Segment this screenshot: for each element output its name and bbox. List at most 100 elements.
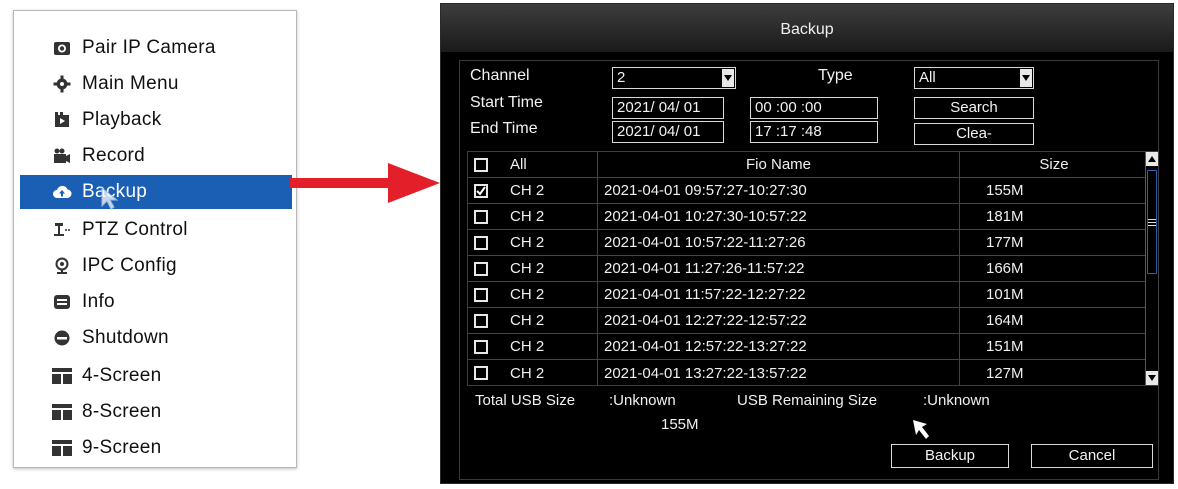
shutdown-icon xyxy=(52,328,72,348)
row-file-name: 2021-04-01 10:27:30-10:57:22 xyxy=(598,204,960,229)
menu-item-playback[interactable]: Playback xyxy=(20,103,292,137)
row-file-name: 2021-04-01 10:57:22-11:27:26 xyxy=(598,230,960,255)
end-time-label: End Time xyxy=(470,120,538,137)
col-size-header: Size xyxy=(1039,156,1069,173)
backup-button[interactable]: Backup xyxy=(891,444,1009,468)
usb-remaining-size-label: USB Remaining Size xyxy=(737,392,878,409)
cancel-button[interactable]: Cancel xyxy=(1031,444,1153,468)
menu-item-main-menu[interactable]: Main Menu xyxy=(20,67,292,101)
channel-value: 2 xyxy=(617,69,626,86)
table-scrollbar[interactable] xyxy=(1145,152,1158,385)
menu-item-label: Pair IP Camera xyxy=(82,37,216,58)
row-channel: CH 2 xyxy=(510,260,545,277)
menu-item-ptz-control[interactable]: PTZ Control xyxy=(20,213,292,247)
row-channel: CH 2 xyxy=(510,208,545,225)
row-size: 101M xyxy=(986,286,1024,303)
row-channel: CH 2 xyxy=(510,312,545,329)
row-checkbox[interactable] xyxy=(474,366,488,380)
menu-item-label: Shutdown xyxy=(82,327,169,348)
row-checkbox[interactable] xyxy=(474,287,488,302)
arrow-right-icon xyxy=(290,163,440,203)
backup-dialog: Backup Channel 2 Type All Start Time 202… xyxy=(440,3,1174,484)
total-usb-size-value: :Unknown xyxy=(609,392,676,409)
row-checkbox[interactable] xyxy=(474,261,488,276)
clear-button[interactable]: Clea- xyxy=(914,123,1034,145)
table-row[interactable]: CH 2 2021-04-01 13:27:22-13:57:22 127M xyxy=(468,360,1148,386)
info-icon xyxy=(52,292,72,312)
menu-item-label: 9-Screen xyxy=(82,437,162,458)
scroll-thumb[interactable] xyxy=(1147,170,1157,274)
menu-item-backup[interactable]: Backup xyxy=(20,175,292,209)
selected-size: 155M xyxy=(661,416,699,433)
menu-item-label: Info xyxy=(82,291,115,312)
menu-item-info[interactable]: Info xyxy=(20,285,292,319)
type-select[interactable]: All xyxy=(914,67,1034,89)
type-label: Type xyxy=(818,67,853,84)
col-file-name-header: Fio Name xyxy=(598,152,960,177)
end-date-field[interactable]: 2021/ 04/ 01 xyxy=(612,121,724,143)
table-row[interactable]: CH 2 2021-04-01 11:57:22-12:27:22 101M xyxy=(468,282,1148,308)
ipc-icon xyxy=(52,256,72,276)
row-checkbox[interactable] xyxy=(474,209,488,224)
start-date-field[interactable]: 2021/ 04/ 01 xyxy=(612,97,724,119)
row-checkbox[interactable] xyxy=(474,313,488,328)
row-checkbox[interactable] xyxy=(474,235,488,250)
menu-item-shutdown[interactable]: Shutdown xyxy=(20,321,292,355)
menu-item-label: IPC Config xyxy=(82,255,177,276)
dialog-title: Backup xyxy=(441,4,1173,52)
menu-item-record[interactable]: Record xyxy=(20,139,292,173)
row-file-name: 2021-04-01 13:27:22-13:57:22 xyxy=(598,360,960,386)
row-channel: CH 2 xyxy=(510,182,545,199)
cloud-upload-icon xyxy=(52,182,72,202)
type-value: All xyxy=(919,69,936,86)
channel-select[interactable]: 2 xyxy=(612,67,736,89)
menu-item-4-screen[interactable]: 4-Screen xyxy=(20,359,292,393)
end-time-field[interactable]: 17 :17 :48 xyxy=(750,121,878,143)
ptz-icon xyxy=(52,220,72,240)
row-size: 177M xyxy=(986,234,1024,251)
table-header: All Fio Name Size xyxy=(468,152,1148,178)
row-size: 151M xyxy=(986,338,1024,355)
menu-item-pair-ip-camera[interactable]: Pair IP Camera xyxy=(20,31,292,65)
mouse-cursor-icon xyxy=(101,186,119,210)
usb-remaining-size-value: :Unknown xyxy=(923,392,990,409)
row-file-name: 2021-04-01 09:57:27-10:27:30 xyxy=(598,178,960,203)
search-button[interactable]: Search xyxy=(914,97,1034,119)
row-file-name: 2021-04-01 11:57:22-12:27:22 xyxy=(598,282,960,307)
scroll-up-icon[interactable] xyxy=(1146,152,1158,166)
table-row[interactable]: CH 2 2021-04-01 12:27:22-12:57:22 164M xyxy=(468,308,1148,334)
table-row[interactable]: CH 2 2021-04-01 11:27:26-11:57:22 166M xyxy=(468,256,1148,282)
grid-icon xyxy=(52,366,72,386)
pointer-arrow-icon xyxy=(913,420,929,439)
row-size: 166M xyxy=(986,260,1024,277)
row-size: 164M xyxy=(986,312,1024,329)
select-all-checkbox[interactable] xyxy=(474,157,488,172)
start-time-field[interactable]: 00 :00 :00 xyxy=(750,97,878,119)
menu-item-8-screen[interactable]: 8-Screen xyxy=(20,395,292,429)
row-checkbox[interactable] xyxy=(474,339,488,354)
col-all-label: All xyxy=(510,156,527,173)
row-channel: CH 2 xyxy=(510,338,545,355)
menu-item-9-screen[interactable]: 9-Screen xyxy=(20,431,292,465)
menu-item-label: Record xyxy=(82,145,146,166)
grid-icon xyxy=(52,402,72,422)
context-menu: Pair IP Camera Main Menu Playback Record… xyxy=(13,10,297,468)
grid-icon xyxy=(52,438,72,458)
menu-item-label: Playback xyxy=(82,109,162,130)
channel-label: Channel xyxy=(470,67,530,84)
menu-item-ipc-config[interactable]: IPC Config xyxy=(20,249,292,283)
table-row[interactable]: CH 2 2021-04-01 10:27:30-10:57:22 181M xyxy=(468,204,1148,230)
row-size: 127M xyxy=(986,364,1024,382)
table-row[interactable]: CH 2 2021-04-01 09:57:27-10:27:30 155M xyxy=(468,178,1148,204)
select-all-cell[interactable]: All xyxy=(468,152,598,177)
record-icon xyxy=(52,146,72,166)
gear-icon xyxy=(52,74,72,94)
row-channel: CH 2 xyxy=(510,286,545,303)
camera-icon xyxy=(52,38,72,58)
chevron-down-icon xyxy=(722,69,734,87)
row-file-name: 2021-04-01 12:57:22-13:27:22 xyxy=(598,334,960,359)
row-checkbox[interactable] xyxy=(474,183,488,198)
scroll-down-icon[interactable] xyxy=(1146,371,1158,385)
table-row[interactable]: CH 2 2021-04-01 10:57:22-11:27:26 177M xyxy=(468,230,1148,256)
table-row[interactable]: CH 2 2021-04-01 12:57:22-13:27:22 151M xyxy=(468,334,1148,360)
